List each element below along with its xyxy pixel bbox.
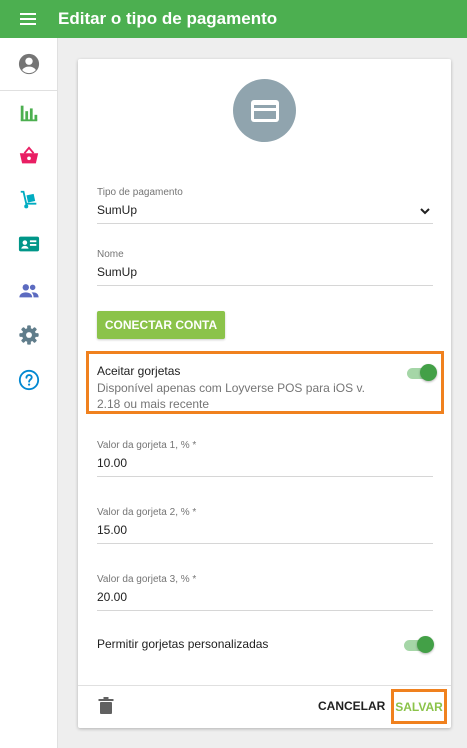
connect-account-button[interactable]: CONECTAR CONTA <box>97 311 225 339</box>
cancel-button[interactable]: CANCELAR <box>318 699 385 713</box>
accept-tips-description: Disponível apenas com Loyverse POS para … <box>97 381 365 411</box>
chevron-down-icon <box>420 208 430 215</box>
sidebar-item-reports[interactable] <box>0 93 57 133</box>
page-title: Editar o tipo de pagamento <box>58 9 278 28</box>
trash-icon[interactable] <box>98 697 114 715</box>
field-underline <box>97 610 433 611</box>
sidebar-item-account[interactable] <box>0 44 57 84</box>
custom-tips-toggle[interactable] <box>404 635 434 655</box>
custom-tips-label: Permitir gorjetas personalizadas <box>97 637 269 651</box>
tip-amount-1-value: 10.00 <box>97 456 128 470</box>
menu-button[interactable] <box>0 0 56 38</box>
payment-type-card: Tipo de pagamento SumUp Nome SumUp CONEC… <box>78 59 451 728</box>
sidebar-item-help[interactable] <box>0 360 57 400</box>
name-label: Nome <box>97 249 124 260</box>
tip-amount-2-label: Valor da gorjeta 2, % * <box>97 507 197 518</box>
tip-amount-3-value: 20.00 <box>97 590 128 604</box>
menu-icon <box>20 13 36 25</box>
people-icon <box>18 284 39 298</box>
gear-icon <box>18 325 39 345</box>
tip-amount-1-label: Valor da gorjeta 1, % * <box>97 440 197 451</box>
sidebar-item-items[interactable] <box>0 136 57 176</box>
accept-tips-title: Aceitar gorjetas <box>97 364 181 378</box>
field-underline <box>97 285 433 286</box>
sidebar-divider <box>0 90 57 91</box>
tip-amount-2-field[interactable]: Valor da gorjeta 2, % * 15.00 <box>97 507 433 544</box>
help-icon <box>18 369 39 391</box>
account-circle-icon <box>18 53 39 75</box>
app-header: Editar o tipo de pagamento <box>0 0 467 38</box>
save-button[interactable]: SALVAR <box>391 689 447 724</box>
payment-type-select[interactable]: Tipo de pagamento SumUp <box>97 187 433 224</box>
footer-divider <box>78 685 451 686</box>
dolly-icon <box>20 190 36 209</box>
bar-chart-icon <box>20 105 37 122</box>
payment-type-avatar <box>233 79 296 142</box>
toggle-thumb <box>417 636 434 653</box>
basket-icon <box>19 146 38 164</box>
sidebar-item-employees[interactable] <box>0 224 57 264</box>
id-card-icon <box>18 236 39 252</box>
tip-amount-2-value: 15.00 <box>97 523 128 537</box>
field-underline <box>97 476 433 477</box>
tip-amount-3-field[interactable]: Valor da gorjeta 3, % * 20.00 <box>97 574 433 611</box>
sidebar <box>0 38 58 748</box>
payment-type-value: SumUp <box>97 203 138 217</box>
tip-amount-3-label: Valor da gorjeta 3, % * <box>97 574 197 585</box>
accept-tips-toggle[interactable] <box>407 363 437 383</box>
name-field[interactable]: Nome SumUp <box>97 249 433 286</box>
name-value: SumUp <box>97 265 138 279</box>
accept-tips-section: Aceitar gorjetas Disponível apenas com L… <box>86 351 444 414</box>
sidebar-item-inventory[interactable] <box>0 180 57 220</box>
sidebar-item-customers[interactable] <box>0 271 57 311</box>
toggle-thumb <box>420 364 437 381</box>
payment-type-label: Tipo de pagamento <box>97 187 183 198</box>
field-underline <box>97 543 433 544</box>
credit-card-icon <box>250 99 279 122</box>
sidebar-item-settings[interactable] <box>0 315 57 355</box>
tip-amount-1-field[interactable]: Valor da gorjeta 1, % * 10.00 <box>97 440 433 477</box>
field-underline <box>97 223 433 224</box>
